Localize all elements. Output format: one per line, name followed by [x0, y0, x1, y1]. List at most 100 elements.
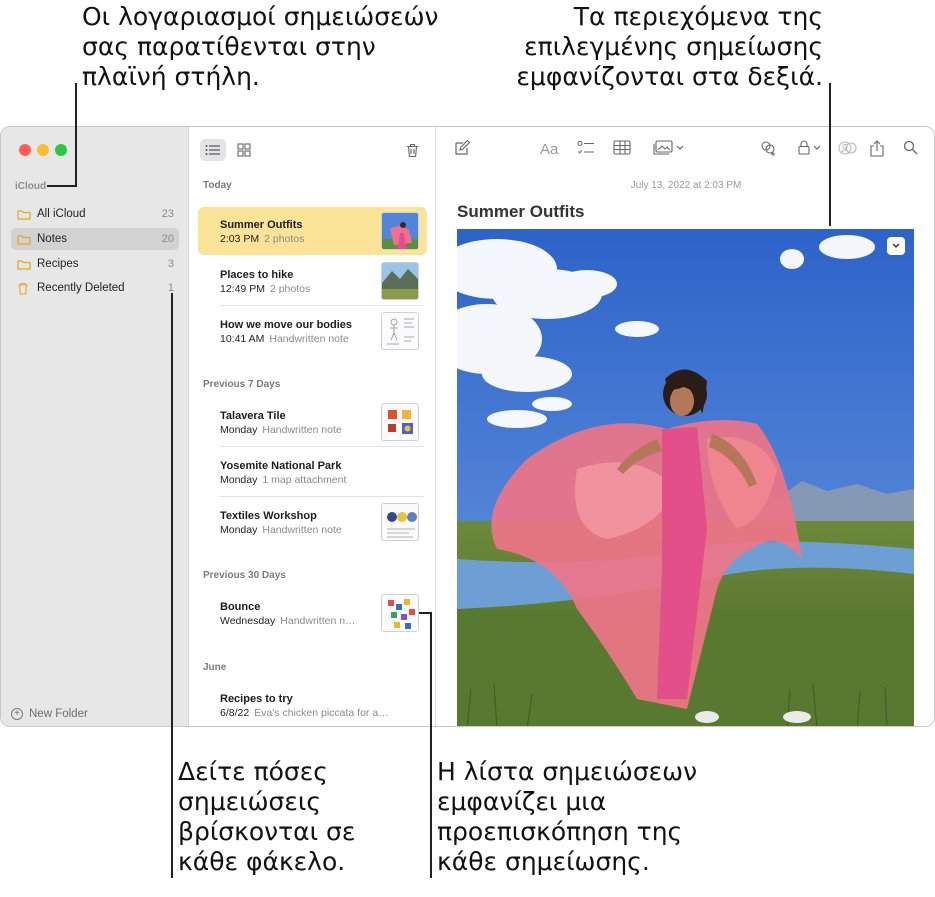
- lock-icon: [798, 140, 810, 155]
- search-icon: [903, 140, 918, 155]
- list-separator: [220, 305, 424, 306]
- plus-icon: +: [11, 708, 23, 720]
- share-icon: [870, 140, 884, 157]
- note-date: 6/8/22: [220, 707, 250, 719]
- chevron-down-icon: [892, 243, 900, 248]
- note-title[interactable]: Summer Outfits: [457, 202, 585, 222]
- chevron-down-icon: [676, 145, 684, 150]
- table-button[interactable]: [613, 140, 631, 155]
- callout-leader-line: [171, 293, 173, 878]
- note-preview: Handwritten note: [269, 333, 349, 345]
- textile-thumb: [381, 503, 419, 541]
- gallery-view-button[interactable]: [231, 139, 257, 161]
- sidebar-item-recently-deleted[interactable]: Recently Deleted 1: [11, 277, 179, 299]
- note-list-toolbar: [189, 127, 435, 171]
- new-folder-button[interactable]: + New Folder: [11, 708, 88, 720]
- photo-thumb-pink: [381, 212, 419, 250]
- collaborate-button[interactable]: [760, 140, 778, 156]
- group-label-previous-7-days: Previous 7 Days: [203, 379, 281, 390]
- note-preview: Handwritten note: [262, 424, 342, 436]
- attachment-menu-button[interactable]: [887, 237, 905, 255]
- list-separator: [220, 496, 424, 497]
- sidebar-item-label: Recently Deleted: [37, 282, 125, 294]
- table-icon: [613, 140, 631, 155]
- delete-note-button[interactable]: [399, 139, 425, 161]
- note-date: 12:49 PM: [220, 283, 265, 295]
- folder-count: 23: [161, 208, 174, 220]
- note-preview: 1 map attachment: [262, 474, 347, 486]
- note-timestamp: July 13, 2022 at 2:03 PM: [630, 180, 742, 191]
- folder-icon: [17, 259, 35, 270]
- callout-note-content: Τα περιεχόμενα της επιλεγμένης σημείωσης…: [516, 2, 823, 91]
- note-date: Monday: [220, 524, 258, 536]
- callout-folder-counts: Δείτε πόσες σημειώσεις βρίσκονται σε κάθ…: [178, 757, 356, 876]
- format-button[interactable]: Aa: [540, 141, 558, 158]
- checklist-icon: [577, 140, 594, 154]
- trash-icon: [406, 143, 418, 157]
- sidebar-item-all-icloud[interactable]: All iCloud 23: [11, 203, 179, 225]
- people-icon: [838, 141, 857, 155]
- sidebar-item-recipes[interactable]: Recipes 3: [11, 253, 179, 275]
- note-title: Recipes to try: [220, 693, 293, 705]
- list-view-button[interactable]: [200, 139, 226, 161]
- bounce-thumb: [381, 594, 419, 632]
- new-folder-label: New Folder: [29, 708, 88, 720]
- minimize-window-button[interactable]: [37, 144, 49, 156]
- folder-count: 20: [161, 233, 174, 245]
- sidebar-item-label: Recipes: [37, 258, 79, 270]
- note-photo[interactable]: [457, 229, 914, 726]
- note-item-bounce[interactable]: Bounce Wednesday Handwritten n…: [198, 589, 427, 637]
- note-item-talavera-tile[interactable]: Talavera Tile Monday Handwritten note: [198, 398, 427, 446]
- share-button[interactable]: [870, 140, 884, 157]
- note-preview: Eva's chicken piccata for a…: [254, 707, 389, 719]
- sketch-thumb: [381, 312, 419, 350]
- group-label-june: June: [203, 662, 227, 673]
- note-editor: Aa July 13, 2022 at 2:03 PM Summer Outfi…: [436, 127, 934, 726]
- collaborate-icon: [761, 141, 775, 156]
- note-item-summer-outfits[interactable]: Summer Outfits 2:03 PM 2 photos: [198, 207, 427, 255]
- checklist-button[interactable]: [577, 140, 595, 156]
- note-item-how-we-move[interactable]: How we move our bodies 10:41 AM Handwritt…: [198, 307, 427, 355]
- zoom-window-button[interactable]: [55, 144, 67, 156]
- note-list: Today Summer Outfits 2:03 PM 2 photos Pla…: [189, 127, 436, 726]
- note-title: How we move our bodies: [220, 319, 353, 331]
- note-date: Wednesday: [220, 615, 276, 627]
- group-label-today: Today: [203, 180, 232, 191]
- note-item-places-to-hike[interactable]: Places to hike 12:49 PM 2 photos: [198, 257, 427, 305]
- note-title: Places to hike: [220, 269, 294, 281]
- note-title: Yosemite National Park: [220, 460, 342, 472]
- photo-thumb-landscape: [381, 262, 419, 300]
- trash-icon: [17, 282, 35, 295]
- close-window-button[interactable]: [19, 144, 31, 156]
- search-button[interactable]: [903, 140, 918, 155]
- sidebar-item-label: All iCloud: [37, 208, 86, 220]
- compose-button[interactable]: [454, 140, 470, 156]
- note-title: Bounce: [220, 601, 261, 613]
- note-item-recipes-to-try[interactable]: Recipes to try 6/8/22 Eva's chicken picca…: [198, 681, 427, 726]
- lock-button[interactable]: [798, 140, 821, 155]
- note-date: 10:41 AM: [220, 333, 265, 345]
- compose-icon: [455, 140, 470, 155]
- folder-icon: [17, 234, 35, 245]
- folder-count: 3: [167, 258, 174, 270]
- list-view-icon: [205, 145, 220, 155]
- note-date: Monday: [220, 424, 258, 436]
- sidebar-section-icloud: iCloud: [15, 181, 47, 192]
- callout-leader-line: [829, 83, 831, 226]
- share-people-button: [837, 140, 857, 156]
- summer-outfit-photo: [457, 229, 914, 726]
- note-preview: 2 photos: [269, 283, 311, 295]
- note-item-yosemite[interactable]: Yosemite National Park Monday 1 map attac…: [198, 448, 427, 496]
- tile-thumb: [381, 403, 419, 441]
- list-separator: [220, 446, 424, 447]
- note-item-textiles-workshop[interactable]: Textiles Workshop Monday Handwritten note: [198, 498, 427, 546]
- sidebar-item-notes[interactable]: Notes 20: [11, 228, 179, 250]
- note-preview: Handwritten note: [262, 524, 342, 536]
- note-date: Monday: [220, 474, 258, 486]
- group-label-previous-30-days: Previous 30 Days: [203, 570, 286, 581]
- callout-leader-line: [430, 612, 432, 878]
- callout-note-list: Η λίστα σημειώσεων εμφανίζει μια προεπισ…: [437, 757, 698, 876]
- notes-window: iCloud All iCloud 23 Notes 20 Recipes 3: [0, 126, 935, 727]
- media-button[interactable]: [653, 140, 684, 155]
- callout-sidebar: Οι λογαριασμοί σημειώσεών σας παρατίθεντ…: [82, 2, 439, 91]
